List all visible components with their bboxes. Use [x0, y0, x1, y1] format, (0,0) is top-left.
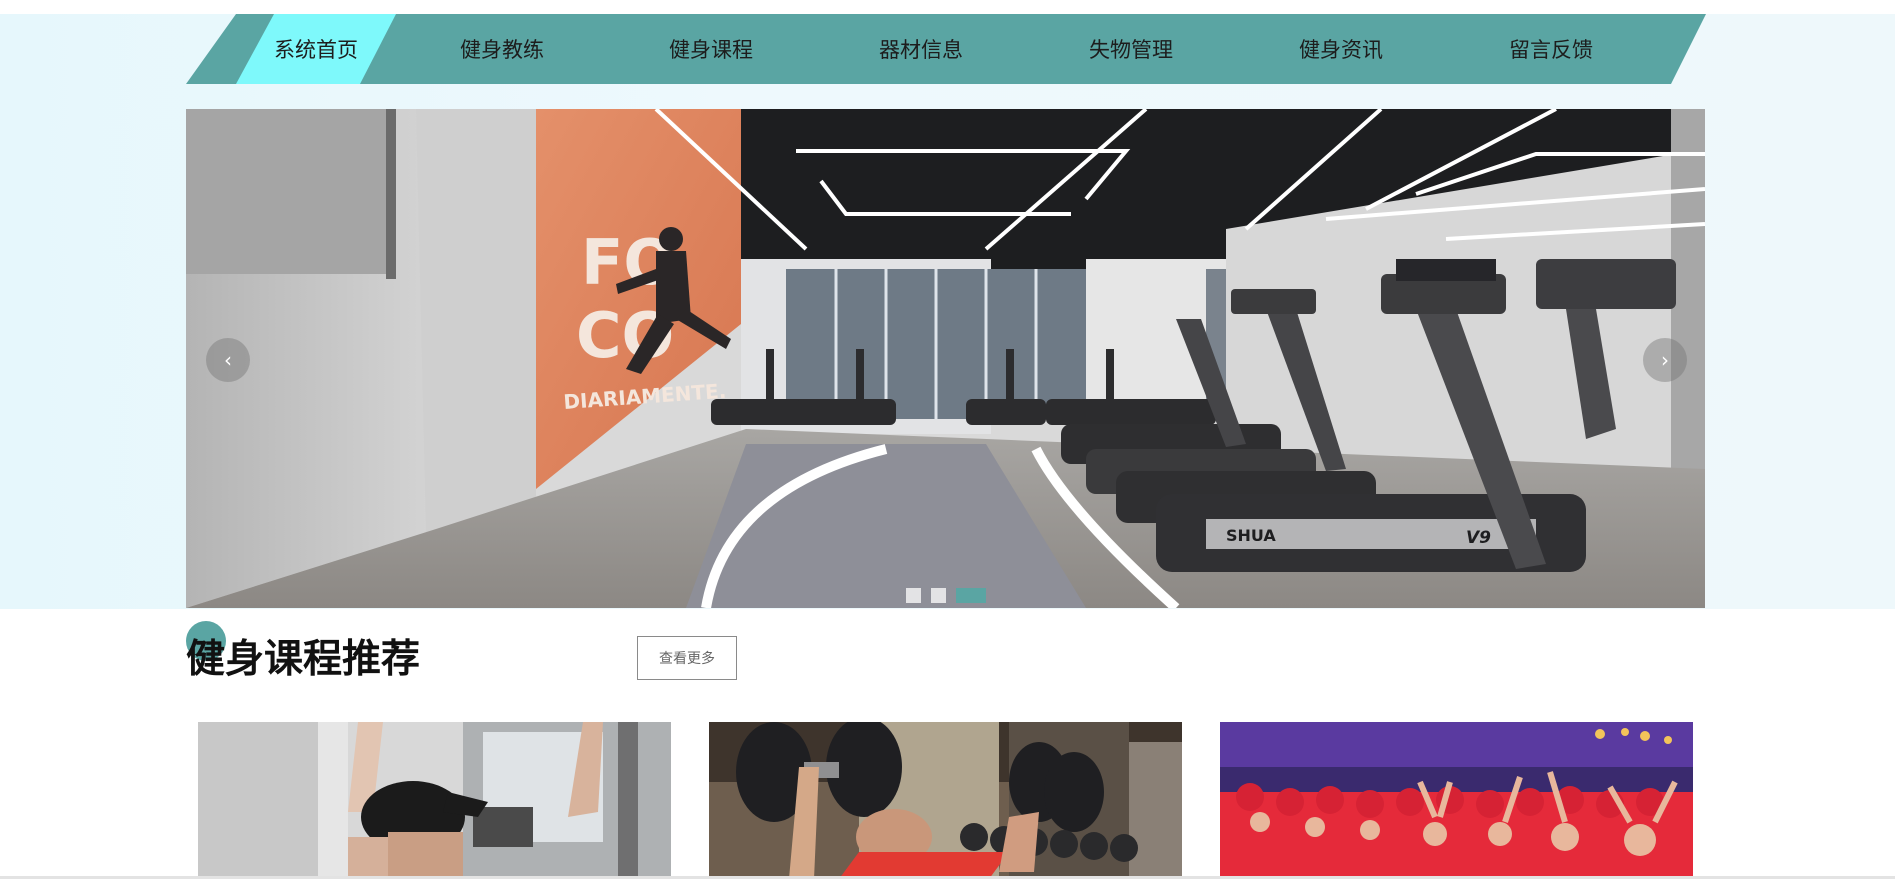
carousel-next-button[interactable]: › [1643, 338, 1687, 382]
nav-item-equipment[interactable]: 器材信息 [846, 14, 996, 84]
course-card-3[interactable] [1220, 722, 1693, 879]
main-nav: 系统首页 健身教练 健身课程 器材信息 失物管理 健身资讯 留言反馈 [186, 14, 1706, 84]
gym-interior-photo: FO CO DIARIAMENTE. SHUA V9 [186, 109, 1705, 608]
nav-item-home[interactable]: 系统首页 [241, 14, 391, 84]
course-image-spinning-class [1220, 722, 1693, 879]
carousel-dot-2[interactable] [931, 588, 946, 603]
carousel-dot-1[interactable] [906, 588, 921, 603]
course-card-1[interactable] [198, 722, 671, 879]
course-image-bench-press [709, 722, 1182, 879]
top-strip [0, 0, 1895, 14]
course-image-pull-down [198, 722, 671, 879]
treadmill-brand: SHUA [1226, 526, 1276, 545]
nav-item-lost-found[interactable]: 失物管理 [1056, 14, 1206, 84]
hero-carousel: FO CO DIARIAMENTE. SHUA V9 ‹ › [186, 109, 1705, 608]
nav-item-courses[interactable]: 健身课程 [636, 14, 786, 84]
carousel-indicators [906, 588, 986, 603]
nav-item-feedback[interactable]: 留言反馈 [1476, 14, 1626, 84]
carousel-prev-button[interactable]: ‹ [206, 338, 250, 382]
view-more-button[interactable]: 查看更多 [637, 636, 737, 680]
treadmill-model: V9 [1466, 528, 1491, 548]
chevron-right-icon: › [1661, 348, 1669, 372]
chevron-left-icon: ‹ [224, 348, 232, 372]
course-card-2[interactable] [709, 722, 1182, 879]
nav-item-coaches[interactable]: 健身教练 [427, 14, 577, 84]
section-title: 健身课程推荐 [186, 637, 421, 682]
nav-item-news[interactable]: 健身资讯 [1266, 14, 1416, 84]
carousel-dot-3[interactable] [956, 588, 986, 603]
